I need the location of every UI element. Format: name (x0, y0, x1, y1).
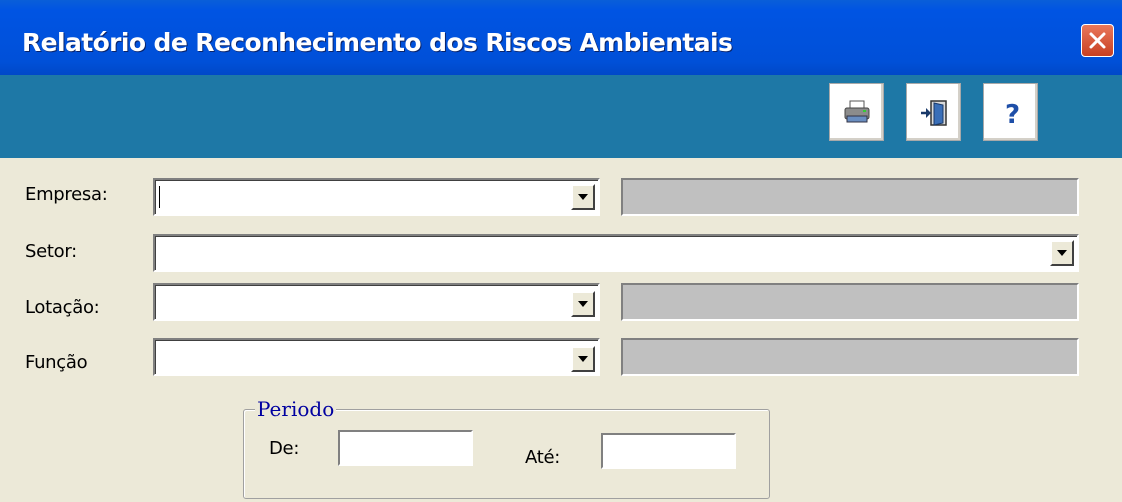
chevron-down-icon (578, 194, 588, 200)
lotacao-dropdown-button[interactable] (571, 291, 595, 317)
setor-input[interactable] (155, 236, 1077, 270)
empresa-description-field (621, 178, 1079, 216)
empresa-combo[interactable] (153, 178, 600, 216)
chevron-down-icon (578, 301, 588, 307)
funcao-label: Função (25, 352, 88, 373)
close-button[interactable] (1081, 24, 1114, 57)
lotacao-description-field (621, 283, 1079, 321)
printer-icon (844, 100, 870, 123)
funcao-input[interactable] (155, 340, 598, 374)
funcao-combo[interactable] (153, 338, 600, 376)
exit-door-icon (921, 100, 947, 126)
print-button[interactable] (829, 83, 884, 141)
lotacao-combo[interactable] (153, 283, 600, 321)
exit-button[interactable] (906, 83, 961, 141)
help-icon: ? (1005, 100, 1020, 127)
chevron-down-icon (578, 356, 588, 362)
funcao-dropdown-button[interactable] (571, 346, 595, 372)
setor-label: Setor: (25, 241, 77, 262)
de-date-input[interactable] (340, 432, 471, 464)
de-label: De: (269, 438, 300, 459)
empresa-input[interactable] (155, 180, 598, 214)
chevron-down-icon (1057, 250, 1067, 256)
close-icon (1089, 32, 1106, 49)
empresa-label: Empresa: (25, 184, 108, 205)
funcao-description-field (621, 338, 1079, 376)
de-date-field[interactable] (338, 430, 473, 466)
ate-label: Até: (525, 447, 560, 468)
periodo-title: Periodo (255, 397, 337, 421)
lotacao-input[interactable] (155, 285, 598, 319)
setor-combo[interactable] (153, 234, 1079, 272)
lotacao-label: Lotação: (25, 297, 100, 318)
text-caret (159, 186, 160, 208)
window-title: Relatório de Reconhecimento dos Riscos A… (22, 28, 733, 57)
ate-date-field[interactable] (601, 433, 736, 469)
ate-date-input[interactable] (603, 435, 734, 467)
empresa-dropdown-button[interactable] (571, 184, 595, 210)
setor-dropdown-button[interactable] (1050, 240, 1074, 266)
help-button[interactable]: ? (983, 83, 1038, 141)
svg-text:?: ? (1005, 100, 1020, 127)
